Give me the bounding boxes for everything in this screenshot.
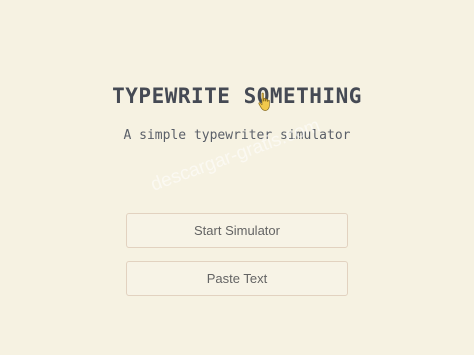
paste-text-button[interactable]: Paste Text — [126, 261, 348, 296]
page-subtitle: A simple typewriter simulator — [123, 128, 351, 143]
page-title: TYPEWRITE SOMETHING — [112, 84, 362, 108]
hand-pointer-icon — [258, 92, 270, 111]
start-simulator-button[interactable]: Start Simulator — [126, 213, 348, 248]
typewriter-home-screen: TYPEWRITE SOMETHING A simple typewriter … — [0, 0, 474, 355]
